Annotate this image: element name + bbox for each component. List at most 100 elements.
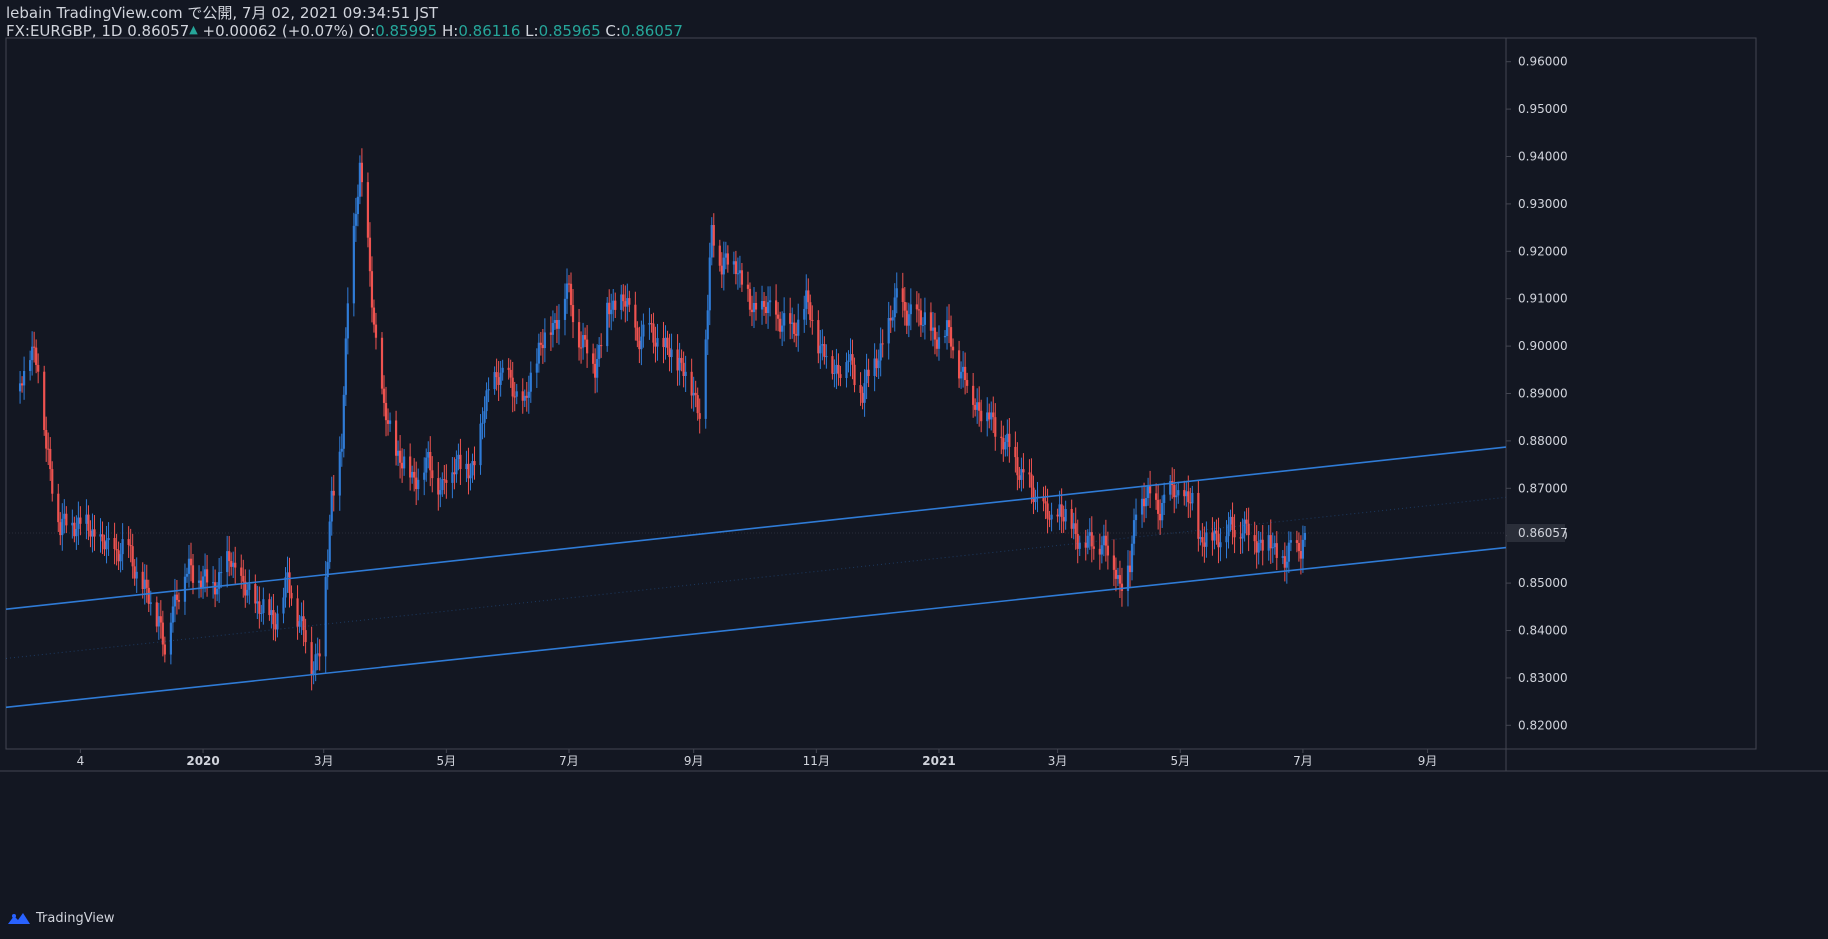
candle-body (867, 369, 870, 376)
candle-body (93, 529, 96, 537)
candle-body (831, 356, 834, 374)
candle-body (1213, 530, 1216, 541)
candle-body (437, 478, 440, 495)
candle-body (354, 214, 357, 226)
candle-body (173, 594, 177, 607)
candle-body (298, 621, 301, 627)
candle-body (175, 594, 179, 600)
candle-body (453, 472, 456, 475)
candle-body (861, 392, 864, 403)
candle-body (551, 323, 555, 335)
candle-body (258, 601, 261, 614)
candle-body (318, 653, 321, 657)
candle-body (234, 562, 237, 568)
candle-body (879, 343, 882, 361)
candle-body (959, 371, 963, 379)
candle-body (1050, 514, 1053, 520)
candle-body (133, 566, 136, 579)
candle-body (352, 225, 355, 304)
candle-body (288, 572, 291, 593)
candle-body (481, 422, 484, 424)
candle-body (793, 322, 796, 334)
candle-body (849, 354, 852, 361)
candle-body (203, 569, 207, 577)
candle-body (565, 283, 569, 299)
candle-body (974, 404, 977, 410)
candle-body (807, 290, 810, 303)
candle-body (91, 529, 94, 537)
candle-body (1144, 498, 1148, 507)
candle-body (1239, 537, 1242, 539)
candle-body (668, 348, 671, 358)
candle-body (1219, 542, 1222, 548)
candle-body (754, 302, 758, 310)
candle-body (606, 302, 609, 347)
candle-body (1267, 535, 1270, 551)
price-chart[interactable]: 0.96000 0.95000 0.94000 0.93000 0.92000 0.910… (0, 0, 1828, 939)
candle-body (467, 463, 470, 479)
candle-body (980, 410, 983, 422)
candle-body (415, 477, 418, 490)
candle-body (901, 288, 904, 303)
candle-body (290, 592, 293, 599)
candle-body (49, 448, 52, 470)
candle-body (951, 346, 955, 351)
candle-body (382, 388, 386, 403)
footer-brand[interactable]: TradingView (6, 910, 115, 926)
candle-body (1062, 517, 1065, 522)
candle-body (1183, 490, 1186, 497)
candle-body (1205, 532, 1208, 547)
candle-body (915, 304, 918, 310)
candle-body (937, 337, 941, 349)
candle-body (994, 417, 997, 437)
candle-body (1046, 503, 1049, 519)
y-tick-label: 0.93000 (1518, 197, 1568, 211)
candle-body (129, 544, 132, 547)
candle-body (159, 616, 162, 623)
candle-body (947, 320, 951, 328)
candle-body (262, 599, 265, 614)
candle-body (933, 327, 937, 340)
candle-body (567, 283, 571, 285)
candle-body (865, 369, 868, 384)
candle-body (1114, 569, 1118, 579)
candle-body (766, 302, 770, 313)
candle-body (497, 377, 500, 385)
candle-body (636, 327, 639, 341)
candle-body (690, 371, 693, 396)
candle-body (1157, 499, 1160, 514)
candle-body (978, 402, 981, 411)
candle-body (20, 383, 24, 386)
candle-body (990, 412, 993, 420)
candle-body (720, 265, 723, 275)
y-tick-label: 0.84000 (1518, 624, 1568, 638)
candle-body (1020, 469, 1023, 480)
candle-body (596, 358, 599, 378)
candle-body (962, 366, 965, 372)
candle-body (396, 450, 400, 456)
candle-body (684, 371, 687, 377)
candle-body (529, 372, 532, 392)
candle-body (1185, 491, 1188, 497)
candle-body (1173, 485, 1176, 498)
candle-body (740, 270, 744, 285)
candle-body (1130, 543, 1134, 573)
candle-body (664, 337, 667, 348)
candle-body (986, 412, 989, 422)
candle-body (473, 461, 476, 466)
x-tick-label: 3月 (314, 754, 334, 768)
candle-body (300, 616, 303, 622)
x-tick-label: 9月 (1418, 754, 1438, 768)
candle-body (988, 412, 991, 420)
candle-body (119, 554, 122, 562)
candle-body (340, 448, 343, 452)
candle-body (372, 307, 376, 325)
candle-body (77, 517, 80, 529)
candle-body (1301, 539, 1305, 559)
candle-body (1299, 551, 1303, 559)
candle-body (143, 579, 146, 590)
candle-body (274, 624, 277, 630)
candle-body (795, 333, 798, 336)
candle-body (783, 313, 786, 326)
candle-body (921, 324, 924, 326)
